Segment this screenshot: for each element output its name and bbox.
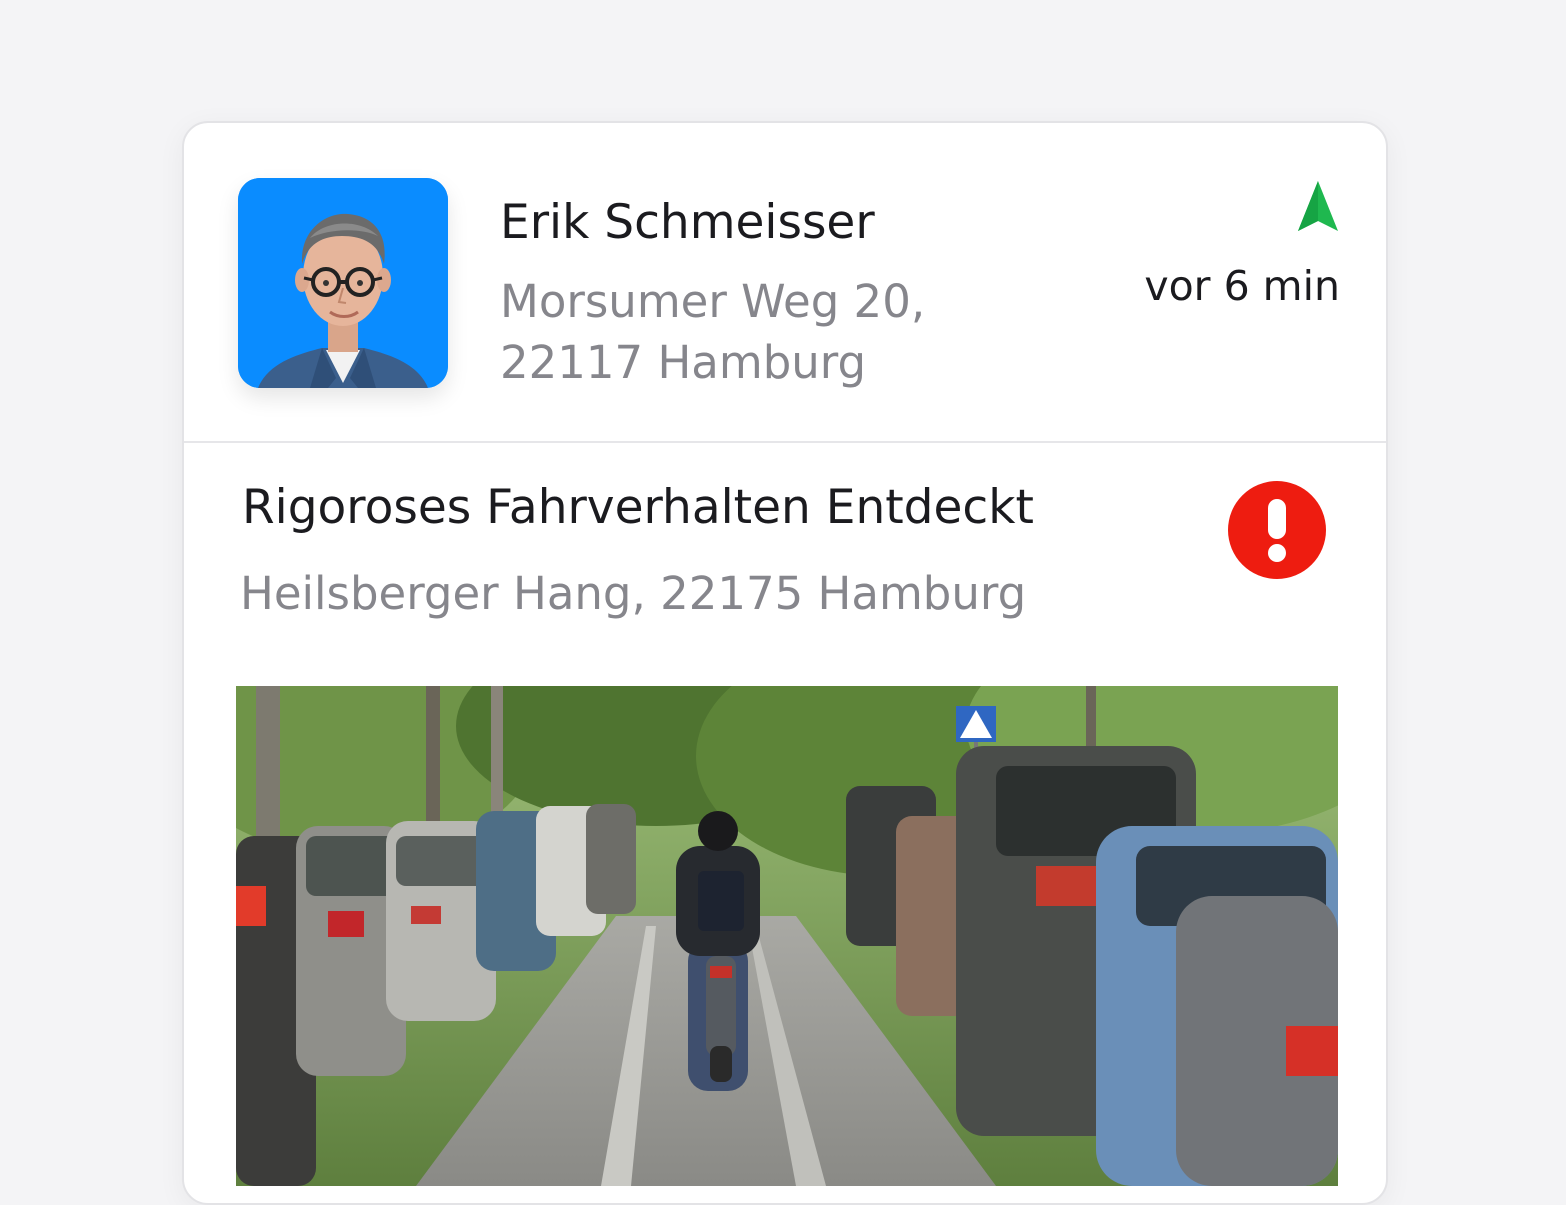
alert-title: Rigoroses Fahrverhalten Entdeckt xyxy=(242,480,1034,535)
navigation-arrow-icon[interactable] xyxy=(1294,179,1342,235)
person-photo xyxy=(238,178,448,388)
address-line-1: Morsumer Weg 20, xyxy=(500,275,926,328)
incident-photo[interactable] xyxy=(236,686,1338,1186)
alert-location: Heilsberger Hang, 22175 Hamburg xyxy=(240,567,1027,620)
card-header: Erik Schmeisser Morsumer Weg 20, 22117 H… xyxy=(184,123,1386,443)
avatar[interactable] xyxy=(238,178,448,388)
contact-address: Morsumer Weg 20, 22117 Hamburg xyxy=(500,271,925,393)
contact-name: Erik Schmeisser xyxy=(500,195,875,250)
street-photo xyxy=(236,686,1338,1186)
time-ago: vor 6 min xyxy=(1144,262,1340,310)
exclamation-icon xyxy=(1228,481,1326,579)
notification-card[interactable]: Erik Schmeisser Morsumer Weg 20, 22117 H… xyxy=(182,121,1388,1205)
address-line-2: 22117 Hamburg xyxy=(500,336,867,389)
